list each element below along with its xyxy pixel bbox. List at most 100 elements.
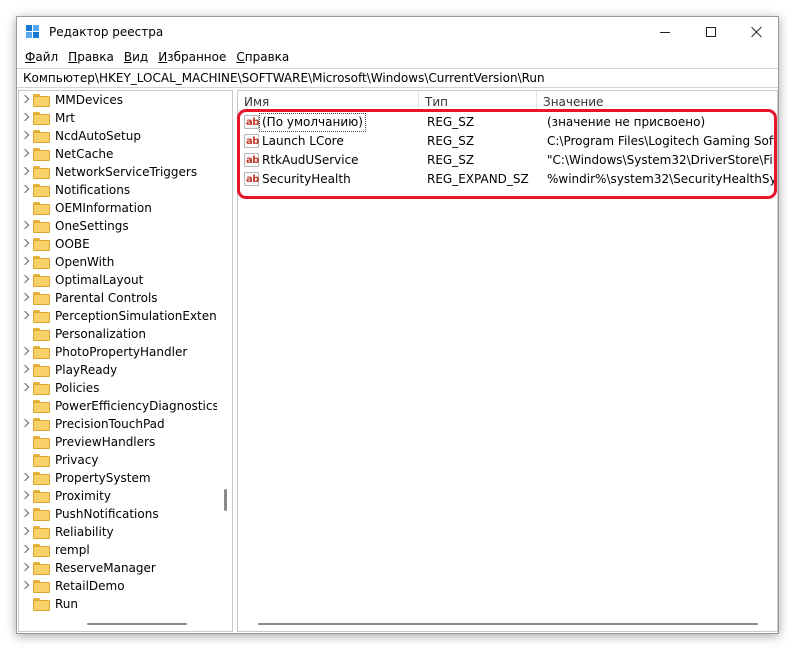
chevron-right-icon[interactable] (20, 256, 30, 266)
value-row[interactable]: ab (По умолчанию) REG_SZ (значение не присв… (238, 113, 777, 132)
folder-icon (33, 202, 50, 215)
tree-item[interactable]: PreviewHandlers (19, 433, 217, 451)
chevron-right-icon[interactable] (20, 184, 30, 194)
tree-horizontal-scroll-thumb[interactable] (87, 623, 187, 625)
chevron-right-icon[interactable] (20, 490, 30, 500)
tree-item[interactable]: Policies (19, 379, 217, 397)
maximize-button[interactable] (688, 17, 734, 47)
value-data: %windir%\system32\SecurityHealthSystray. (547, 172, 777, 186)
column-data-header[interactable]: Значение (537, 91, 777, 111)
tree-vertical-scroll-thumb[interactable] (224, 489, 227, 511)
title-bar[interactable]: Редактор реестра (17, 17, 778, 47)
tree-item[interactable]: OptimalLayout (19, 271, 217, 289)
tree-item[interactable]: Personalization (19, 325, 217, 343)
tree-item-label: OneSettings (55, 219, 129, 233)
folder-icon (33, 544, 50, 557)
chevron-right-icon[interactable] (20, 166, 30, 176)
tree-item[interactable]: NcdAutoSetup (19, 127, 217, 145)
chevron-right-icon[interactable] (20, 220, 30, 230)
string-value-icon-label: ab (246, 155, 259, 166)
chevron-right-icon[interactable] (20, 238, 30, 248)
address-bar[interactable]: Компьютер\HKEY_LOCAL_MACHINE\SOFTWARE\Mi… (17, 68, 778, 88)
value-row[interactable]: ab Launch LCore REG_SZ C:\Program Files\Log… (238, 132, 777, 151)
chevron-right-icon[interactable] (20, 310, 30, 320)
tree-item[interactable]: Proximity (19, 487, 217, 505)
tree-item[interactable]: rempl (19, 541, 217, 559)
string-value-icon-label: ab (246, 117, 259, 128)
value-type: REG_SZ (427, 153, 475, 167)
menu-item-2[interactable]: Вид (119, 47, 153, 67)
tree-item[interactable]: OOBE (19, 235, 217, 253)
chevron-right-icon[interactable] (20, 508, 30, 518)
column-name-header[interactable]: Имя (238, 91, 419, 111)
folder-icon (33, 346, 50, 359)
tree-item[interactable]: Reliability (19, 523, 217, 541)
tree-item[interactable]: OEMInformation (19, 199, 217, 217)
registry-editor-app-icon (26, 25, 40, 39)
menu-item-4[interactable]: Справка (231, 47, 294, 67)
tree-item-label: ReserveManager (55, 561, 156, 575)
folder-icon (33, 598, 50, 611)
tree-item[interactable]: Privacy (19, 451, 217, 469)
tree-item-label: NetCache (55, 147, 114, 161)
close-button[interactable] (734, 17, 778, 47)
tree-item[interactable]: MMDevices (19, 91, 217, 109)
tree-item[interactable]: ReserveManager (19, 559, 217, 577)
chevron-right-icon[interactable] (20, 580, 30, 590)
tree-item[interactable]: PlayReady (19, 361, 217, 379)
tree-item[interactable]: PropertySystem (19, 469, 217, 487)
value-type: REG_EXPAND_SZ (427, 172, 529, 186)
menu-item-0[interactable]: Файл (20, 47, 63, 67)
menu-accelerator: И (158, 50, 168, 64)
values-pane[interactable]: Имя Тип Значение ab (По умолчанию) REG_SZ(… (237, 90, 778, 632)
values-horizontal-scroll-thumb[interactable] (258, 623, 758, 625)
chevron-right-icon[interactable] (20, 562, 30, 572)
menu-label-rest: збранное (167, 50, 227, 64)
value-row[interactable]: ab SecurityHealth REG_EXPAND_SZ %windir%\sy… (238, 170, 777, 189)
chevron-right-icon[interactable] (20, 94, 30, 104)
menu-item-1[interactable]: Правка (63, 47, 119, 67)
menu-item-3[interactable]: Избранное (153, 47, 231, 67)
tree-item[interactable]: PushNotifications (19, 505, 217, 523)
tree-item[interactable]: Parental Controls (19, 289, 217, 307)
tree-vertical-scrollbar[interactable] (221, 91, 232, 619)
string-value-icon-label: ab (246, 174, 259, 185)
tree-item[interactable]: PhotoPropertyHandler (19, 343, 217, 361)
tree-item-label: NetworkServiceTriggers (55, 165, 198, 179)
registry-tree-pane[interactable]: MMDevices Mrt NcdAutoSetup NetCache NetworkS… (18, 90, 233, 632)
chevron-right-icon[interactable] (20, 346, 30, 356)
chevron-right-icon[interactable] (20, 472, 30, 482)
chevron-right-icon[interactable] (20, 526, 30, 536)
maximize-icon (706, 27, 716, 37)
tree-item[interactable]: NetCache (19, 145, 217, 163)
tree-item[interactable]: Mrt (19, 109, 217, 127)
tree-item[interactable]: OneSettings (19, 217, 217, 235)
string-value-icon: ab (244, 153, 259, 167)
chevron-right-icon[interactable] (20, 148, 30, 158)
tree-item[interactable]: Run (19, 595, 217, 613)
tree-item[interactable]: OpenWith (19, 253, 217, 271)
tree-horizontal-scrollbar[interactable] (19, 619, 232, 631)
chevron-right-icon[interactable] (20, 418, 30, 428)
tree-item[interactable]: Notifications (19, 181, 217, 199)
tree-item-label: PreviewHandlers (55, 435, 156, 449)
chevron-right-icon[interactable] (20, 382, 30, 392)
tree-item[interactable]: PowerEfficiencyDiagnostics (19, 397, 217, 415)
chevron-right-icon[interactable] (20, 112, 30, 122)
chevron-right-icon[interactable] (20, 292, 30, 302)
minimize-button[interactable] (642, 17, 688, 47)
column-type-header[interactable]: Тип (419, 91, 537, 111)
tree-item[interactable]: PrecisionTouchPad (19, 415, 217, 433)
chevron-right-icon[interactable] (20, 544, 30, 554)
values-horizontal-scrollbar[interactable] (238, 619, 777, 631)
value-row[interactable]: ab RtkAudUService REG_SZ "C:\Windows\System… (238, 151, 777, 170)
tree-item[interactable]: RetailDemo (19, 577, 217, 595)
menu-label-rest: ид (132, 50, 149, 64)
tree-item-label: Mrt (55, 111, 75, 125)
chevron-right-icon[interactable] (20, 364, 30, 374)
tree-item-label: Parental Controls (55, 291, 158, 305)
tree-item[interactable]: PerceptionSimulationExtensions (19, 307, 217, 325)
tree-item[interactable]: NetworkServiceTriggers (19, 163, 217, 181)
chevron-right-icon[interactable] (20, 130, 30, 140)
chevron-right-icon[interactable] (20, 274, 30, 284)
